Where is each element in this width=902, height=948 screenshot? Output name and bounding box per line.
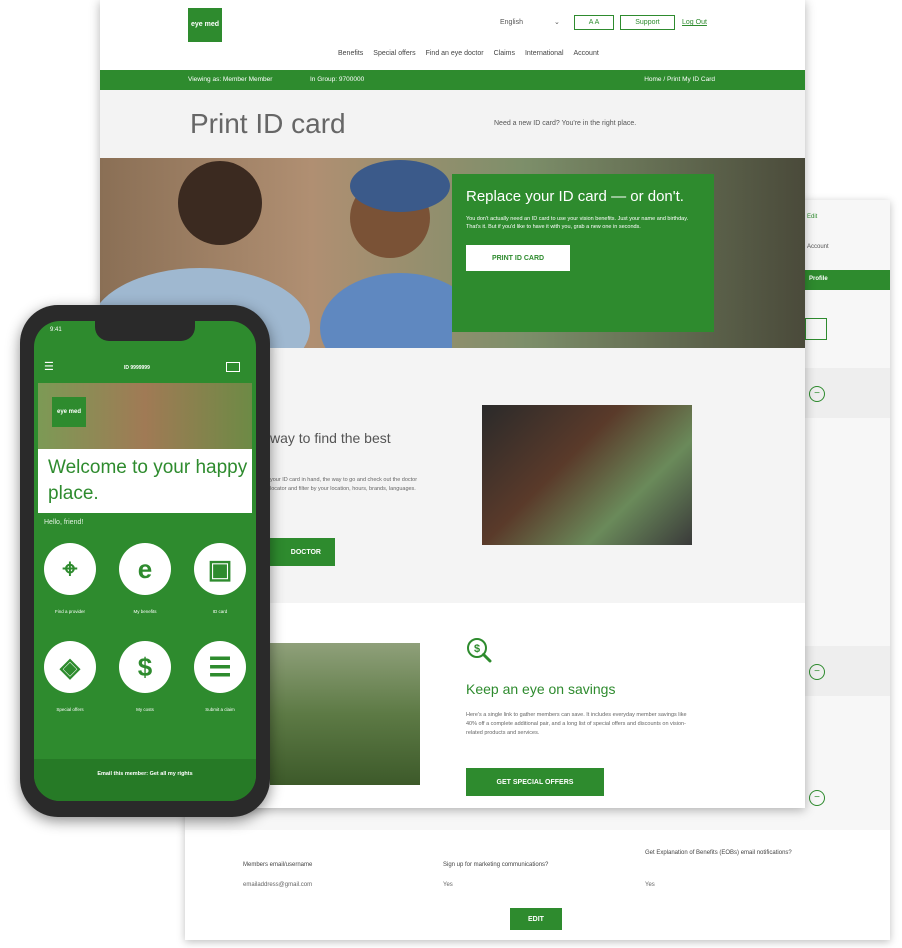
tile-find-provider[interactable]: ⌖ Find a provider <box>44 543 96 614</box>
tile-label: Find a provider <box>54 609 85 614</box>
tile-id-card[interactable]: ▣ ID card <box>194 543 246 614</box>
find-heading: way to find the best <box>270 430 391 446</box>
viewing-as: Viewing as: Member Member <box>188 76 273 83</box>
back-strip-label: Profile <box>809 276 828 282</box>
status-time: 9:41 <box>50 327 62 333</box>
tile-label: My benefits <box>133 609 157 614</box>
member-context-bar: Viewing as: Member Member In Group: 9700… <box>100 70 805 90</box>
marketing-value: Yes <box>443 882 453 888</box>
collapse-icon[interactable]: − <box>809 664 825 680</box>
eye-exam-photo <box>482 405 692 545</box>
marketing-composite: Edit Account Profile − − − Members email… <box>0 0 902 948</box>
title-band: Print ID card Need a new ID card? You're… <box>100 90 805 158</box>
dollar-search-icon: $ <box>467 638 492 663</box>
phone-screen: 9:41 ☰ ID 9999999 eye med Welcome to you… <box>34 321 256 801</box>
tile-submit-claim[interactable]: ☰ Submit a claim <box>194 641 246 712</box>
language-select[interactable]: English <box>500 19 523 26</box>
id-card-icon: ▣ <box>194 543 246 595</box>
phone-footer[interactable]: Email this member: Get all my rights <box>34 759 256 801</box>
welcome-box: Welcome to your happy place. <box>38 449 252 513</box>
brand-logo[interactable]: eye med <box>188 8 222 42</box>
nav-special-offers[interactable]: Special offers <box>373 50 415 57</box>
phone-notch <box>95 321 195 341</box>
hero-heading: Replace your ID card — or don't. <box>466 188 684 205</box>
tile-label: ID card <box>212 609 228 614</box>
garden-photo <box>270 643 420 785</box>
back-account-select[interactable]: Account <box>807 244 829 250</box>
account-preferences-footer: Members email/username emailaddress@gmai… <box>185 830 890 940</box>
hero-body: You don't actually need an ID card to us… <box>466 215 689 230</box>
eob-value: Yes <box>645 882 655 888</box>
phone-mockup: 9:41 ☰ ID 9999999 eye med Welcome to you… <box>20 305 270 817</box>
hello-greeting: Hello, friend! <box>44 519 84 526</box>
nav-find-doctor[interactable]: Find an eye doctor <box>426 50 484 57</box>
phone-brand-logo: eye med <box>52 397 86 427</box>
back-green-strip: Profile <box>805 270 890 290</box>
email-label: Members email/username <box>243 862 313 868</box>
hero-card: Replace your ID card — or don't. You don… <box>452 174 714 332</box>
tag-icon: ◈ <box>44 641 96 693</box>
id-card-icon[interactable] <box>226 362 240 372</box>
collapse-icon[interactable]: − <box>809 386 825 402</box>
edit-button[interactable]: EDIT <box>510 908 562 930</box>
tile-label: Special offers <box>56 707 84 712</box>
nav-claims[interactable]: Claims <box>494 50 515 57</box>
find-doctor-button[interactable]: DOCTOR <box>270 538 335 566</box>
clipboard-icon: ☰ <box>194 641 246 693</box>
map-pin-icon: ⌖ <box>44 543 96 595</box>
dollar-icon: $ <box>119 641 171 693</box>
nav-international[interactable]: International <box>525 50 564 57</box>
tile-special-offers[interactable]: ◈ Special offers <box>44 641 96 712</box>
text-size-button[interactable]: A A <box>574 15 614 30</box>
page-title: Print ID card <box>190 108 346 139</box>
savings-heading: Keep an eye on savings <box>466 681 616 697</box>
tile-my-costs[interactable]: $ My costs <box>119 641 171 712</box>
logout-link[interactable]: Log Out <box>682 19 707 26</box>
get-special-offers-button[interactable]: GET SPECIAL OFFERS <box>466 768 604 796</box>
support-button[interactable]: Support <box>620 15 675 30</box>
chevron-down-icon: ⌄ <box>554 19 560 26</box>
tile-label: Submit a claim <box>205 707 235 712</box>
breadcrumb[interactable]: Home / Print My ID Card <box>644 76 715 83</box>
collapse-icon[interactable]: − <box>809 790 825 806</box>
eob-label: Get Explanation of Benefits (EOBs) email… <box>645 850 792 856</box>
e-logo-icon: e <box>119 543 171 595</box>
svg-text:$: $ <box>474 643 480 655</box>
main-nav: Benefits Special offers Find an eye doct… <box>338 50 599 57</box>
hamburger-menu-icon[interactable]: ☰ <box>44 362 54 373</box>
print-id-card-button[interactable]: PRINT ID CARD <box>466 245 570 272</box>
group-number: In Group: 9700000 <box>310 76 365 83</box>
email-value: emailaddress@gmail.com <box>243 882 313 888</box>
find-body: your ID card in hand, the way to go and … <box>270 477 418 492</box>
tile-label: My costs <box>136 707 154 712</box>
nav-account[interactable]: Account <box>574 50 599 57</box>
tile-my-benefits[interactable]: e My benefits <box>119 543 171 614</box>
marketing-label: Sign up for marketing communications? <box>443 862 549 868</box>
back-edit-link[interactable]: Edit <box>807 214 817 220</box>
nav-benefits[interactable]: Benefits <box>338 50 363 57</box>
phone-hero-photo: eye med <box>38 383 252 449</box>
savings-body: Here's a single link to gather members c… <box>466 712 687 736</box>
member-id: ID 9999999 <box>124 365 150 371</box>
page-subtitle: Need a new ID card? You're in the right … <box>494 120 637 127</box>
back-outline-button[interactable] <box>805 318 827 340</box>
phone-app-bar: ☰ ID 9999999 <box>34 353 256 381</box>
welcome-heading: Welcome to your happy place. <box>48 457 248 504</box>
